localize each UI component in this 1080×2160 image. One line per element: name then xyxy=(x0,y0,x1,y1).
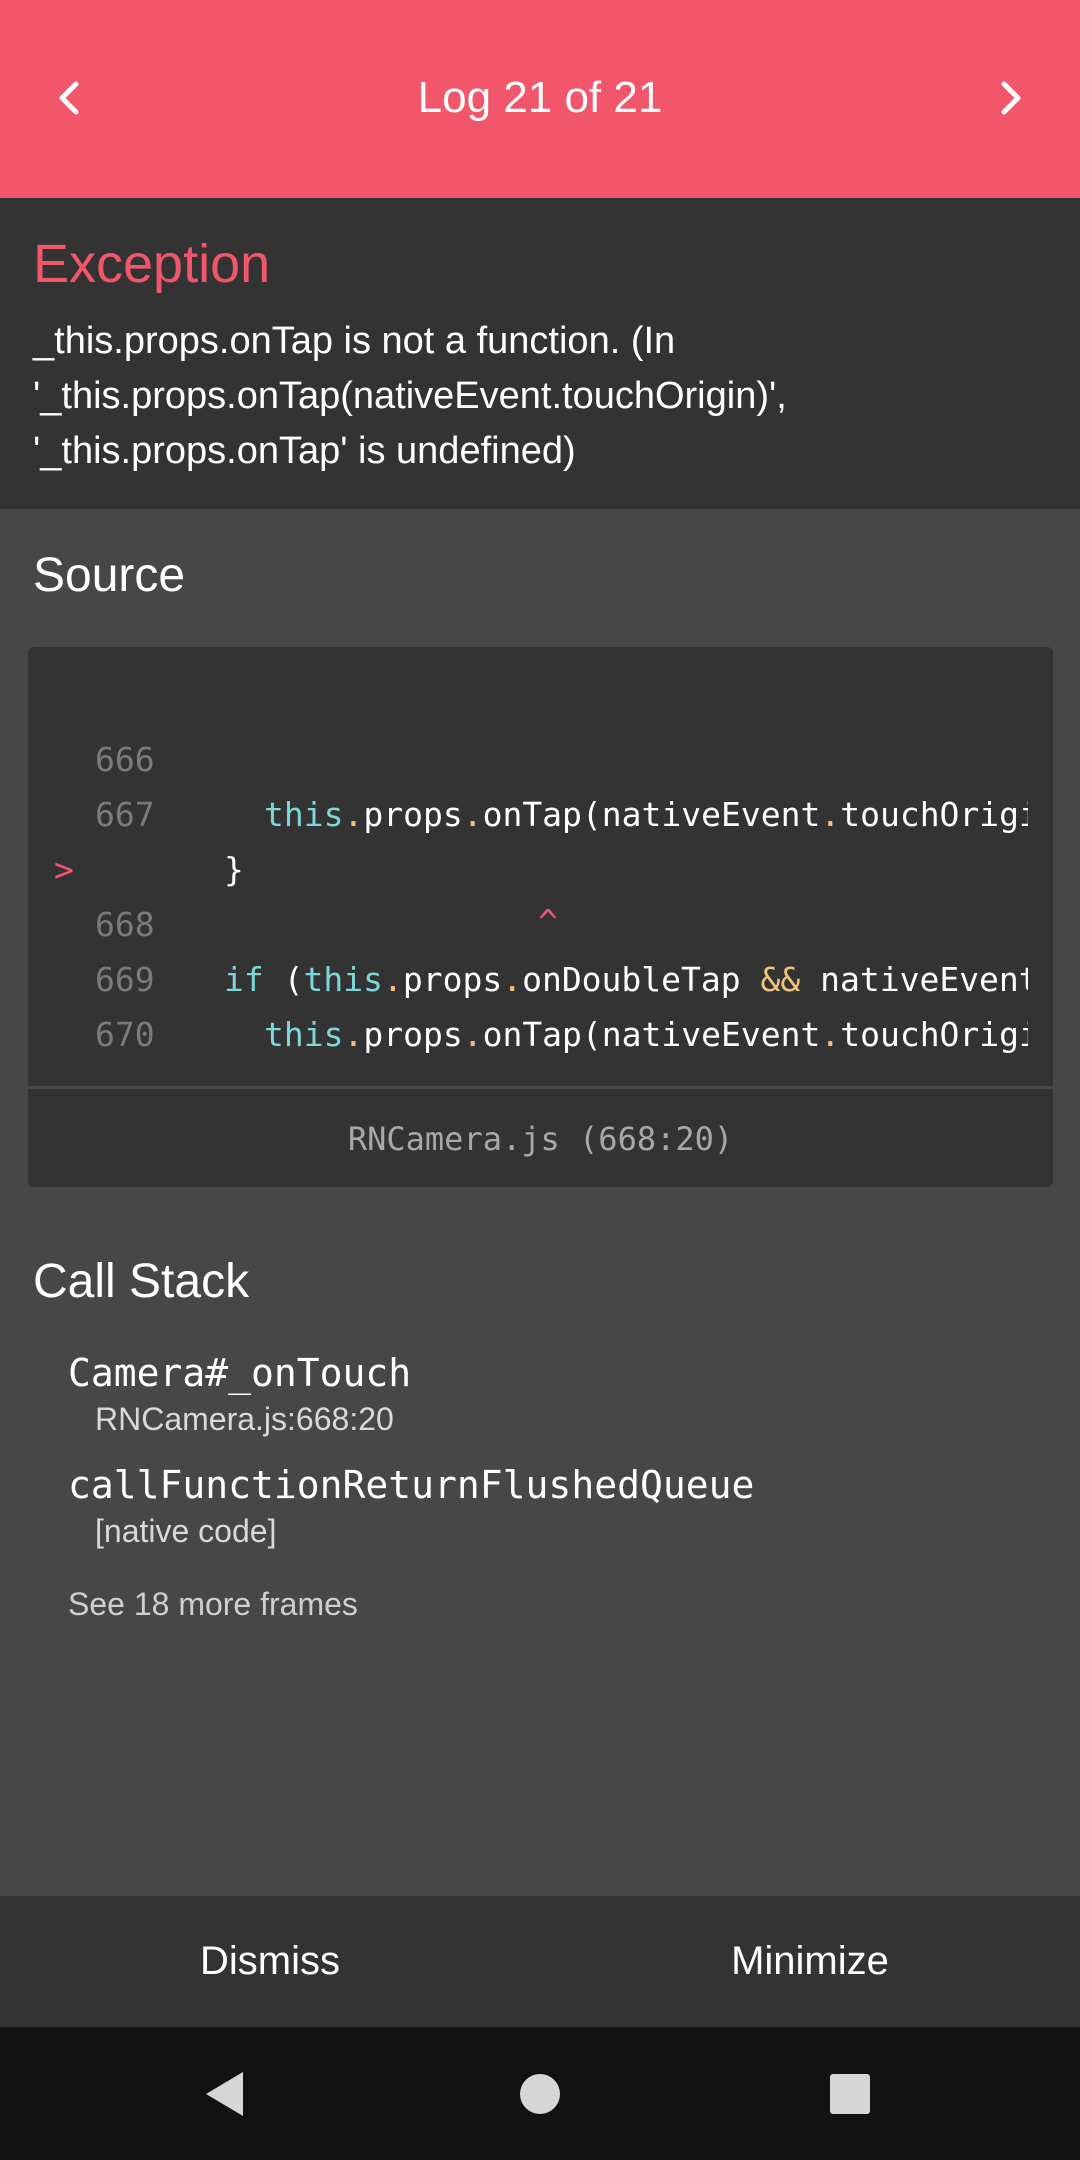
home-circle-icon xyxy=(520,2074,560,2114)
code-line: 669 this.props.onTap(nativeEvent.touchOr… xyxy=(28,897,1028,1054)
system-home-button[interactable] xyxy=(505,2059,575,2129)
log-counter-title: Log 21 of 21 xyxy=(417,73,663,122)
error-caret-line: ^ xyxy=(28,839,1028,941)
code-line: 666 this.props.onTap(nativeEvent.touchOr… xyxy=(28,677,1028,834)
system-recents-button[interactable] xyxy=(815,2059,885,2129)
next-log-button[interactable] xyxy=(966,54,1054,142)
stack-frame-function: Camera#_onTouch xyxy=(68,1351,412,1395)
action-bar: Dismiss Minimize xyxy=(0,1896,1080,2027)
call-stack-title: Call Stack xyxy=(33,1255,250,1308)
code-line: 671 }; xyxy=(28,1007,1028,1057)
exception-message: _this.props.onTap is not a function. (In… xyxy=(33,320,787,472)
see-more-frames-link[interactable]: See 18 more frames xyxy=(68,1586,358,1623)
code-divider xyxy=(28,1086,1053,1089)
exception-title: Exception xyxy=(33,234,271,294)
system-navigation-bar xyxy=(0,2027,1080,2160)
recents-square-icon xyxy=(830,2074,870,2114)
stack-frame-function: callFunctionReturnFlushedQueue xyxy=(68,1463,755,1507)
code-line-highlighted: > 668 if (this.props.onDoubleTap && nati… xyxy=(28,787,1028,999)
back-triangle-icon xyxy=(206,2072,243,2116)
system-back-button[interactable] xyxy=(190,2059,260,2129)
log-header: Log 21 of 21 xyxy=(0,0,1080,198)
source-file-location: RNCamera.js (668:20) xyxy=(347,1120,734,1158)
code-lines: 666 this.props.onTap(nativeEvent.touchOr… xyxy=(28,677,1028,1057)
chevron-right-icon xyxy=(1001,81,1021,115)
stack-frame[interactable]: Camera#_onTouch RNCamera.js:668:20 xyxy=(68,1349,411,1441)
stack-frame[interactable]: callFunctionReturnFlushedQueue [native c… xyxy=(68,1461,754,1553)
exception-panel: Exception _this.props.onTap is not a fun… xyxy=(0,198,1080,509)
code-line: 670 } xyxy=(28,952,1028,1054)
source-code-frame: 666 this.props.onTap(nativeEvent.touchOr… xyxy=(28,647,1053,1187)
dismiss-button[interactable]: Dismiss xyxy=(0,1896,540,2027)
source-section-title: Source xyxy=(33,549,186,602)
stack-frame-location: RNCamera.js:668:20 xyxy=(95,1401,394,1437)
stack-frame-location: [native code] xyxy=(95,1513,277,1549)
code-line: 667 } xyxy=(28,732,1028,889)
minimize-button[interactable]: Minimize xyxy=(540,1896,1080,2027)
